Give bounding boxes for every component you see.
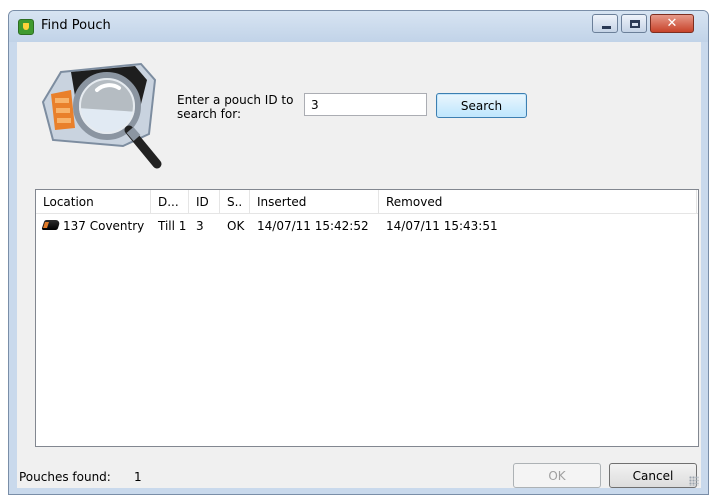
pouch-icon	[41, 220, 61, 230]
pouch-magnifier-logo	[41, 62, 162, 169]
column-location[interactable]: Location	[36, 190, 151, 214]
table-row[interactable]: 137 Coventry Till 1 3 OK 14/07/11 15:42:…	[36, 215, 698, 237]
cell-id: 3	[196, 219, 204, 233]
column-status[interactable]: S..	[220, 190, 250, 214]
close-icon: ✕	[666, 16, 678, 31]
window-title: Find Pouch	[41, 18, 111, 33]
column-device[interactable]: D...	[151, 190, 189, 214]
pouches-found-label: Pouches found:	[19, 470, 111, 484]
results-list[interactable]: Location D... ID S.. Inserted Removed 13…	[35, 189, 699, 447]
pouch-id-input[interactable]	[304, 93, 427, 116]
pouches-found-count: 1	[134, 470, 142, 484]
app-shield-icon	[18, 19, 34, 35]
cell-inserted: 14/07/11 15:42:52	[257, 219, 369, 233]
search-button[interactable]: Search	[436, 93, 527, 118]
search-prompt-label: Enter a pouch ID to search for:	[177, 93, 294, 121]
ok-button[interactable]: OK	[513, 463, 601, 488]
minimize-icon	[602, 26, 611, 29]
resize-grip-icon[interactable]	[689, 476, 699, 486]
minimize-button[interactable]	[592, 14, 618, 33]
cell-status: OK	[227, 219, 245, 233]
dialog-client: Enter a pouch ID to search for: Search L…	[17, 42, 701, 488]
cell-location: 137 Coventry	[63, 219, 145, 233]
maximize-button[interactable]	[621, 14, 647, 33]
cell-removed: 14/07/11 15:43:51	[386, 219, 498, 233]
maximize-icon	[630, 20, 640, 28]
close-button[interactable]: ✕	[650, 14, 694, 33]
column-id[interactable]: ID	[189, 190, 220, 214]
column-removed[interactable]: Removed	[379, 190, 697, 214]
find-pouch-window: Find Pouch ✕ Enter a pouch ID to search …	[8, 10, 709, 495]
results-header: Location D... ID S.. Inserted Removed	[36, 190, 698, 214]
cell-device: Till 1	[158, 219, 187, 233]
cancel-button[interactable]: Cancel	[609, 463, 697, 488]
title-bar[interactable]: Find Pouch ✕	[9, 11, 708, 42]
column-inserted[interactable]: Inserted	[250, 190, 379, 214]
